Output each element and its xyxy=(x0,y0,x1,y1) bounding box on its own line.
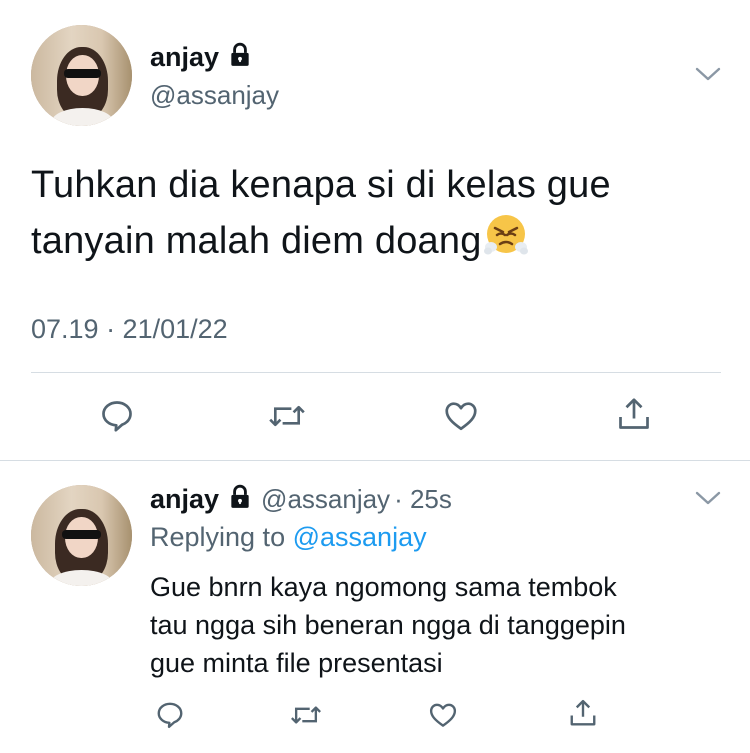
reply-time[interactable]: · 25s xyxy=(394,484,452,514)
divider xyxy=(31,372,721,373)
lock-icon xyxy=(227,484,253,517)
retweet-icon xyxy=(290,700,322,735)
steam-face-emoji xyxy=(483,213,530,275)
share-button[interactable] xyxy=(565,697,601,733)
tweet-text: Tuhkan dia kenapa si di kelas gue tanyai… xyxy=(31,158,711,275)
like-button[interactable] xyxy=(440,397,482,439)
reply-button[interactable] xyxy=(152,699,188,735)
retweet-button[interactable] xyxy=(266,397,308,439)
like-icon xyxy=(427,700,459,735)
mention-link[interactable]: @assanjay xyxy=(293,522,427,552)
display-name[interactable]: anjay xyxy=(150,484,219,514)
user-handle[interactable]: @assanjay xyxy=(261,484,390,514)
tweet-timestamp[interactable]: 07.19 · 21/01/22 xyxy=(31,314,228,345)
chevron-down-icon[interactable] xyxy=(695,488,721,513)
user-handle[interactable]: @assanjay xyxy=(150,80,279,111)
share-button[interactable] xyxy=(613,395,655,437)
replying-to: Replying to @assanjay xyxy=(150,522,427,552)
reply-icon xyxy=(155,700,185,735)
reply-button[interactable] xyxy=(96,397,138,439)
chevron-down-icon[interactable] xyxy=(695,64,721,89)
share-icon xyxy=(568,697,598,734)
retweet-icon xyxy=(268,398,306,439)
avatar[interactable] xyxy=(31,485,132,586)
avatar[interactable] xyxy=(31,25,132,126)
like-button[interactable] xyxy=(425,699,461,735)
reply-text: Gue bnrn kaya ngomong sama tembok tau ng… xyxy=(150,572,626,678)
like-icon xyxy=(442,398,480,439)
retweet-button[interactable] xyxy=(288,699,324,735)
reply-icon xyxy=(99,398,135,439)
lock-icon xyxy=(227,42,253,75)
share-icon xyxy=(616,395,652,438)
display-name[interactable]: anjay xyxy=(150,42,253,75)
section-divider xyxy=(0,460,750,461)
reply-header: anjay @assanjay · 25s xyxy=(150,484,452,517)
